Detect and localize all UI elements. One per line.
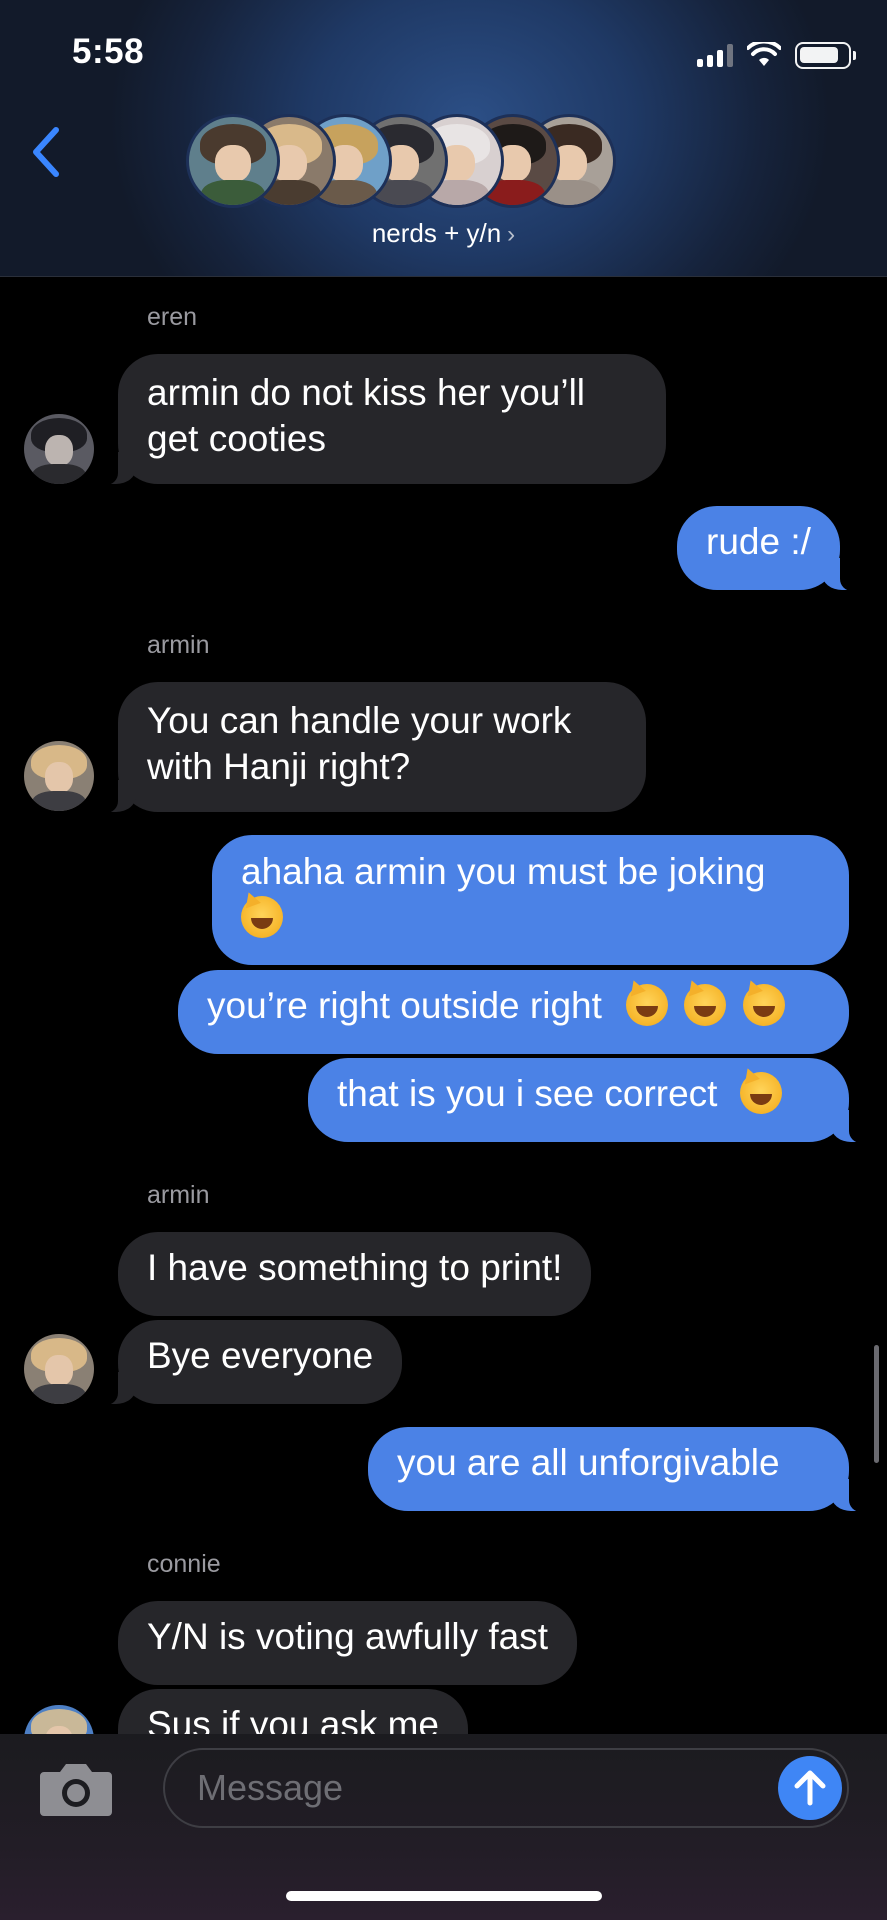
incoming-message[interactable]: armin do not kiss her you’ll get cooties	[98, 354, 666, 485]
status-time: 5:58	[72, 32, 145, 71]
grinning-cat-emoji-icon	[739, 1072, 782, 1114]
battery-icon	[795, 41, 856, 69]
incoming-message[interactable]: Y/N is voting awfully fast	[118, 1601, 577, 1685]
outgoing-message[interactable]: you’re right outside right	[178, 970, 849, 1054]
chevron-right-icon: ›	[507, 221, 516, 248]
grinning-cat-emoji-icon	[742, 984, 785, 1026]
group-name: nerds + y/n	[371, 218, 502, 248]
avatar-armin[interactable]	[24, 1334, 94, 1404]
sender-name: armin	[147, 631, 210, 659]
message-thread[interactable]: eren armin do not kiss her you’ll get co…	[0, 277, 887, 1734]
avatar-connie[interactable]	[24, 1705, 94, 1734]
imessage-conversation: 5:58 nerds + y/n › eren armin do not kiss…	[0, 0, 887, 1920]
sender-name: connie	[147, 1550, 221, 1578]
scrollbar[interactable]	[874, 1345, 879, 1463]
outgoing-message[interactable]: rude :/	[677, 506, 860, 591]
outgoing-message[interactable]: that is you i see correct	[308, 1058, 869, 1143]
message-text: I have something to print!	[147, 1247, 563, 1288]
message-text: get cooties	[147, 418, 326, 459]
grinning-cat-emoji-icon	[241, 896, 283, 938]
message-text: You can handle your work	[147, 700, 572, 741]
incoming-message[interactable]: Sus if you ask me	[118, 1689, 469, 1734]
message-composer	[0, 1734, 887, 1920]
message-text: ahaha armin you must be joking	[241, 851, 766, 892]
cellular-signal-icon	[697, 43, 733, 67]
message-text: Y/N is voting awfully fast	[147, 1616, 548, 1657]
back-chevron-icon[interactable]	[24, 122, 68, 182]
avatar-armin[interactable]	[24, 741, 94, 811]
home-indicator[interactable]	[286, 1891, 602, 1901]
group-avatars[interactable]	[186, 114, 616, 208]
message-input[interactable]	[163, 1748, 849, 1828]
grinning-cat-emoji-icon	[684, 984, 727, 1026]
message-text: with Hanji right?	[147, 746, 411, 787]
conversation-header: 5:58 nerds + y/n ›	[0, 0, 887, 277]
message-text: rude :/	[706, 521, 811, 562]
message-text: that is you i see correct	[337, 1073, 718, 1114]
send-button[interactable]	[778, 1756, 842, 1820]
message-text: Bye everyone	[147, 1335, 374, 1376]
sender-name: eren	[147, 303, 198, 331]
status-icons	[697, 40, 856, 70]
grinning-cat-emoji-icon	[626, 984, 669, 1026]
incoming-message[interactable]: You can handle your work with Hanji righ…	[98, 682, 646, 813]
wifi-icon	[747, 42, 781, 66]
group-name-button[interactable]: nerds + y/n ›	[0, 218, 887, 249]
incoming-message[interactable]: I have something to print!	[118, 1232, 592, 1316]
outgoing-message[interactable]: ahaha armin you must be joking	[212, 835, 849, 965]
sender-name: armin	[147, 1181, 210, 1209]
avatar-eren[interactable]	[24, 414, 94, 484]
message-text: armin do not kiss her you’ll	[147, 372, 586, 413]
group-avatar-1	[186, 114, 280, 208]
arrow-up-icon	[794, 1770, 826, 1806]
message-text: you are all unforgivable	[397, 1442, 780, 1483]
message-text: Sus if you ask me	[147, 1704, 440, 1734]
outgoing-message[interactable]: you are all unforgivable	[368, 1427, 869, 1512]
message-text: you’re right outside right	[207, 985, 602, 1026]
camera-icon[interactable]	[38, 1758, 114, 1818]
incoming-message[interactable]: Bye everyone	[97, 1320, 403, 1405]
